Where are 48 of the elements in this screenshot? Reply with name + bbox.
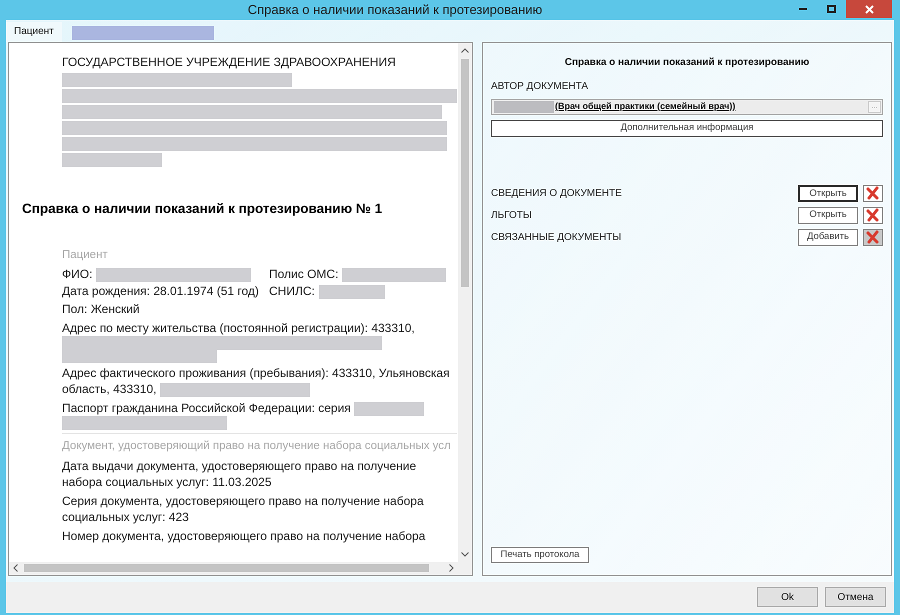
close-icon <box>864 4 874 14</box>
author-label: АВТОР ДОКУМЕНТА <box>491 80 590 94</box>
row-button[interactable]: Добавить <box>798 228 858 246</box>
section-heading: Пациент <box>62 248 109 263</box>
document-title: Справка о наличии показаний к протезированию № 1 <box>22 200 384 218</box>
document-text: Дата выдачи документа, удостоверяющего право на получение набора социальных услуг: 11.03.2025 <box>62 458 418 490</box>
scroll-right-icon <box>449 564 454 572</box>
scroll-left-icon <box>13 564 18 572</box>
window-title: Справка о наличии показаний к протезированию <box>246 1 544 19</box>
section-label: СВЯЗАННЫЕ ДОКУМЕНТЫ <box>491 230 622 244</box>
field-label: СНИЛС: <box>269 283 315 300</box>
panel-title: Справка о наличии показаний к протезированию <box>564 56 810 70</box>
document-text: Пол: Женский <box>62 301 141 317</box>
document-text: Серия документа, удостоверяющего право на получение набора социальных услуг: 423 <box>62 493 425 526</box>
horizontal-scrollbar[interactable] <box>9 562 472 574</box>
row-button[interactable]: Открыть <box>798 184 858 202</box>
redacted-block <box>354 402 424 416</box>
document-text: Адрес по месту жительства (постоянной регистрации): 433310, <box>62 320 416 336</box>
field-label: Полис ОМС: <box>269 266 338 283</box>
additional-info-button[interactable]: Дополнительная информация <box>491 120 883 136</box>
delete-icon <box>866 230 880 244</box>
delete-icon <box>866 208 880 222</box>
scrollbar-thumb[interactable] <box>461 58 469 286</box>
section-label: ЛЬГОТЫ <box>491 208 533 222</box>
vertical-scrollbar[interactable] <box>458 42 472 562</box>
print-protocol-button[interactable]: Печать протокола <box>491 546 589 562</box>
section-heading: Документ, удостоверяющий право на получение набора социальных усл <box>62 439 452 454</box>
document-text: Паспорт гражданина Российской Федерации: серия <box>62 400 457 416</box>
row-button[interactable]: Открыть <box>798 206 858 224</box>
dialog-button[interactable]: Ok <box>757 587 818 607</box>
delete-button[interactable] <box>863 206 883 224</box>
dialog-button[interactable]: Отмена <box>825 587 886 607</box>
document-text: Номер документа, удостоверяющего право на получение набора <box>62 528 426 544</box>
organization-heading: ГОСУДАРСТВЕННОЕ УЧРЕЖДЕНИЕ ЗДРАВООХРАНЕНИЯ <box>62 54 397 70</box>
patient-tab[interactable]: Пациент <box>6 22 62 42</box>
close-button[interactable] <box>846 0 892 18</box>
scrollbar-thumb[interactable] <box>24 564 429 572</box>
redacted-block <box>494 100 554 112</box>
scroll-up-icon <box>461 48 469 52</box>
section-label: СВЕДЕНИЯ О ДОКУМЕНТЕ <box>491 186 623 200</box>
redacted-block <box>318 284 385 298</box>
document-text: Адрес фактического проживания (пребывания): 433310, Ульяновская область, 433310, <box>62 365 451 397</box>
scroll-down-icon <box>461 552 469 556</box>
author-value: (Врач общей практики (семейный врач)) <box>555 100 736 113</box>
delete-icon <box>866 186 880 200</box>
field-label: ФИО: <box>62 266 92 283</box>
delete-button[interactable] <box>863 184 883 202</box>
field-label: Дата рождения: 28.01.1974 (51 год) <box>62 283 259 300</box>
